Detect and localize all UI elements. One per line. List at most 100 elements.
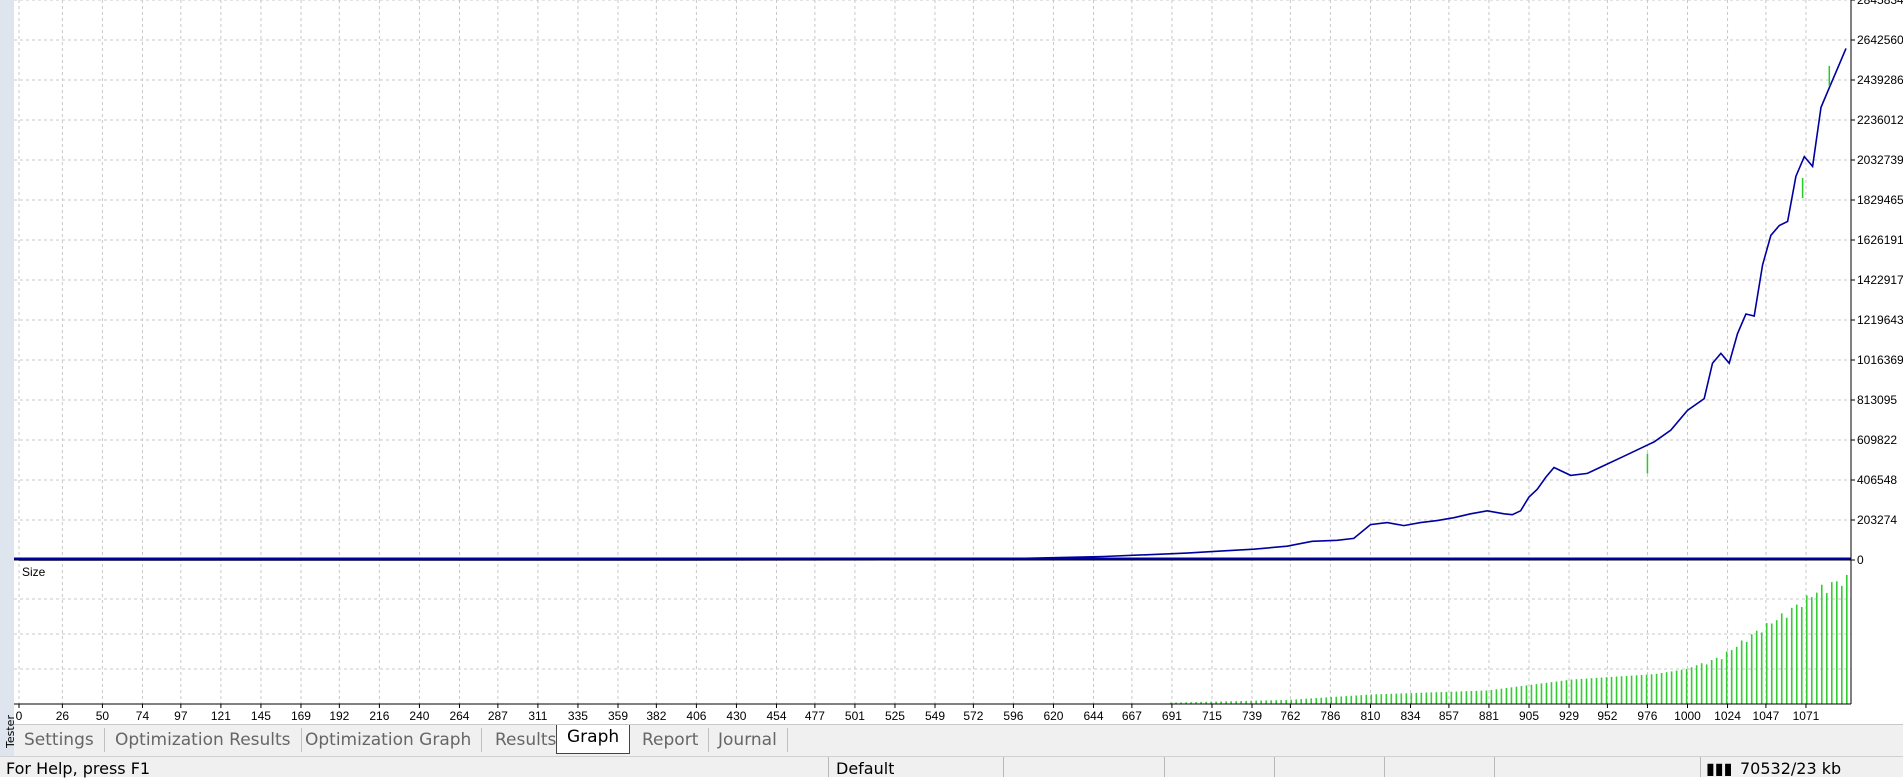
x-tick-label: 644 (1083, 709, 1103, 723)
size-bar (1760, 632, 1763, 704)
x-tick-label: 762 (1280, 709, 1300, 723)
size-bar (1440, 692, 1443, 704)
size-bar (1575, 679, 1578, 704)
size-bar (1820, 584, 1823, 704)
size-bar (1535, 684, 1538, 704)
x-tick-label: 1024 (1714, 709, 1741, 723)
size-bar (1675, 670, 1678, 704)
size-bar (1420, 692, 1423, 704)
tab-graph[interactable]: Graph (556, 725, 631, 754)
size-bar (1695, 665, 1698, 704)
x-tick-label: 691 (1162, 709, 1182, 723)
size-bar (1610, 676, 1613, 704)
size-bar (1815, 592, 1818, 704)
size-bar (1660, 672, 1663, 704)
y-tick-label: 406548 (1857, 473, 1897, 487)
size-bar (1390, 693, 1393, 704)
size-bar (1555, 681, 1558, 704)
tab-optimization-graph[interactable]: Optimization Graph (295, 728, 483, 752)
size-bar (1425, 692, 1428, 704)
size-bar (1690, 667, 1693, 704)
size-bar (1685, 668, 1688, 704)
size-bar (1580, 678, 1583, 704)
x-tick-label: 1047 (1753, 709, 1780, 723)
size-bar (1615, 676, 1618, 704)
x-tick-label: 216 (369, 709, 389, 723)
size-bar (1770, 623, 1773, 704)
x-tick-label: 287 (488, 709, 508, 723)
size-bar (1630, 675, 1633, 704)
size-bar (1705, 664, 1708, 704)
x-tick-label: 976 (1637, 709, 1657, 723)
tab-journal[interactable]: Journal (708, 728, 788, 752)
size-bar (1255, 700, 1257, 704)
connection-bars-icon: ▮▮▮ (1706, 759, 1733, 778)
size-bar (1730, 650, 1733, 704)
size-bar (1510, 687, 1513, 704)
x-tick-label: 0 (16, 709, 23, 723)
size-bar (1825, 593, 1828, 704)
x-tick-label: 810 (1360, 709, 1380, 723)
size-bar (1725, 651, 1728, 704)
size-bar (1355, 695, 1358, 704)
x-tick-label: 382 (646, 709, 666, 723)
x-tick-label: 359 (608, 709, 628, 723)
size-bar (1755, 630, 1758, 704)
status-profile: Default (836, 759, 895, 778)
x-tick-label: 406 (686, 709, 706, 723)
size-bar (1310, 698, 1313, 704)
size-bar (1395, 693, 1398, 704)
y-tick-label: 203274 (1857, 513, 1897, 527)
y-tick-label: 0 (1857, 553, 1864, 567)
size-bar (1475, 690, 1478, 704)
size-bar (1345, 696, 1348, 704)
size-bar (1455, 691, 1458, 704)
size-bar (1540, 683, 1543, 704)
size-bar (1765, 623, 1768, 704)
tester-tabs: Settings Optimization Results Optimizati… (14, 724, 1903, 757)
tab-report[interactable]: Report (632, 728, 710, 752)
size-bar (1805, 595, 1808, 704)
size-bar (1450, 691, 1453, 704)
x-tick-label: 549 (925, 709, 945, 723)
x-tick-label: 311 (528, 709, 547, 723)
x-tick-label: 881 (1479, 709, 1499, 723)
status-traffic: 70532/23 kb (1740, 759, 1842, 778)
size-bar (1830, 582, 1833, 704)
size-bar (1505, 688, 1508, 704)
size-bar (1790, 607, 1793, 704)
size-bar (1560, 680, 1563, 704)
x-tick-label: 952 (1597, 709, 1617, 723)
size-bar (1565, 680, 1568, 704)
size-bar (1680, 669, 1683, 704)
size-bar (1305, 698, 1308, 704)
size-bar (1515, 686, 1518, 704)
size-bar (1655, 673, 1658, 704)
size-bar (1800, 607, 1803, 704)
x-tick-label: 454 (766, 709, 786, 723)
x-tick-label: 786 (1320, 709, 1340, 723)
size-bar (1320, 697, 1323, 704)
size-pane-label: Size (22, 565, 46, 579)
tab-optimization-results[interactable]: Optimization Results (105, 728, 302, 752)
x-tick-label: 525 (885, 709, 905, 723)
size-bar (1700, 663, 1703, 704)
x-tick-label: 667 (1122, 709, 1142, 723)
size-bar (1410, 693, 1413, 704)
size-bar (1620, 676, 1623, 704)
x-tick-label: 264 (449, 709, 469, 723)
x-tick-label: 50 (96, 709, 110, 723)
size-bar (1525, 685, 1528, 704)
size-bar (1430, 692, 1433, 704)
y-tick-label: 1422917 (1857, 273, 1903, 287)
y-tick-label: 1219643 (1857, 313, 1903, 327)
size-bar (1485, 690, 1488, 704)
tab-settings[interactable]: Settings (14, 728, 105, 752)
x-tick-label: 715 (1202, 709, 1222, 723)
size-bar (1495, 689, 1498, 704)
size-bar (1640, 674, 1643, 704)
y-tick-label: 609822 (1857, 433, 1897, 447)
x-tick-label: 97 (174, 709, 188, 723)
size-bar (1750, 634, 1753, 704)
size-bar (1340, 696, 1343, 704)
